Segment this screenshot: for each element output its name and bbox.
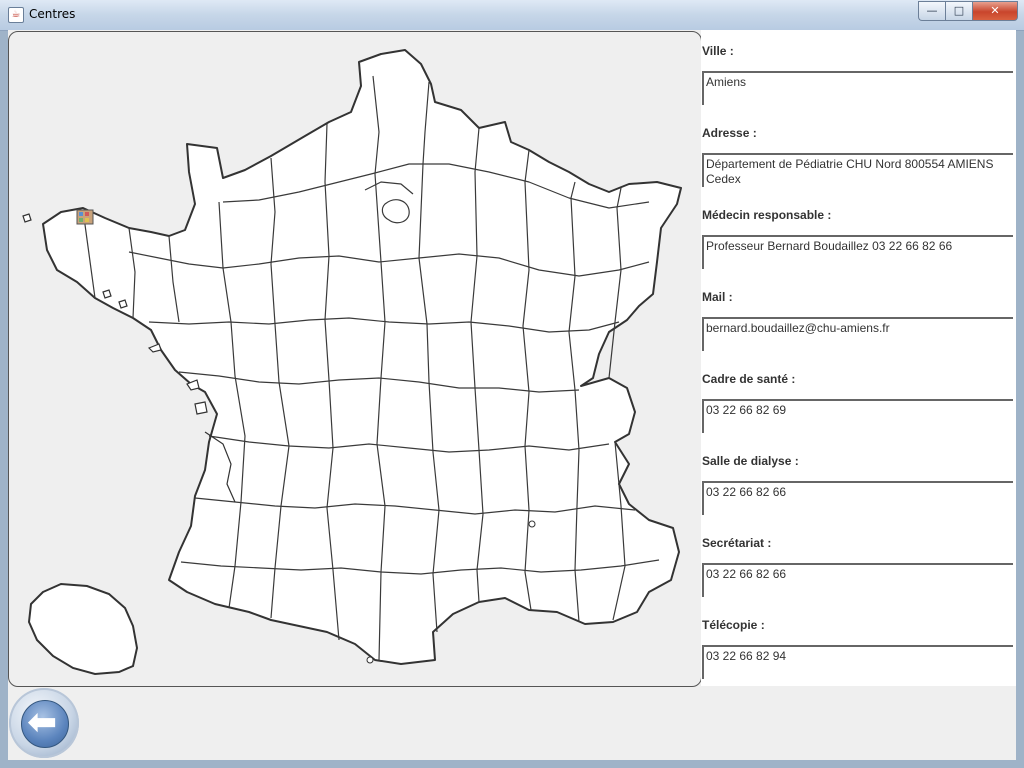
medecin-label: Médecin responsable : bbox=[702, 208, 832, 222]
ville-label: Ville : bbox=[702, 44, 734, 58]
france-map[interactable] bbox=[9, 32, 701, 686]
cadre-sante-field[interactable]: 03 22 66 82 69 bbox=[702, 399, 1013, 433]
ville-field[interactable]: Amiens bbox=[702, 71, 1013, 105]
title-bar[interactable]: ☕ Centres — □ ✕ bbox=[0, 0, 1024, 31]
secretariat-label: Secrétariat : bbox=[702, 536, 772, 550]
center-details-panel: Ville : Amiens Adresse : Département de … bbox=[701, 30, 1016, 686]
cadre-sante-label: Cadre de santé : bbox=[702, 372, 796, 386]
minimize-button[interactable]: — bbox=[918, 1, 945, 21]
java-app-icon: ☕ bbox=[8, 7, 24, 23]
arrow-left-icon: ⬅ bbox=[21, 700, 69, 748]
map-panel[interactable] bbox=[8, 31, 702, 687]
location-dot-east bbox=[528, 520, 536, 528]
salle-dialyse-label: Salle de dialyse : bbox=[702, 454, 799, 468]
telecopie-field[interactable]: 03 22 66 82 94 bbox=[702, 645, 1013, 679]
background-menu-ghost bbox=[86, 11, 386, 25]
secretariat-field[interactable]: 03 22 66 82 66 bbox=[702, 563, 1013, 597]
salle-dialyse-field[interactable]: 03 22 66 82 66 bbox=[702, 481, 1013, 515]
mainland-france-outline bbox=[42, 49, 682, 665]
mail-field[interactable]: bernard.boudaillez@chu-amiens.fr bbox=[702, 317, 1013, 351]
medecin-field[interactable]: Professeur Bernard Boudaillez 03 22 66 8… bbox=[702, 235, 1013, 269]
map-marker-icon[interactable] bbox=[76, 209, 94, 225]
window-title: Centres bbox=[29, 7, 76, 21]
adresse-label: Adresse : bbox=[702, 126, 757, 140]
close-button[interactable]: ✕ bbox=[972, 1, 1018, 21]
window-client-area: Ville : Amiens Adresse : Département de … bbox=[8, 30, 1016, 760]
maximize-button[interactable]: □ bbox=[945, 1, 972, 21]
adresse-field[interactable]: Département de Pédiatrie CHU Nord 800554… bbox=[702, 153, 1013, 187]
telecopie-label: Télécopie : bbox=[702, 618, 765, 632]
window-controls: — □ ✕ bbox=[918, 1, 1018, 21]
back-button[interactable]: ⬅ bbox=[9, 688, 79, 758]
reunion-island-outline[interactable] bbox=[27, 582, 139, 676]
location-dot bbox=[366, 656, 374, 664]
mail-label: Mail : bbox=[702, 290, 733, 304]
